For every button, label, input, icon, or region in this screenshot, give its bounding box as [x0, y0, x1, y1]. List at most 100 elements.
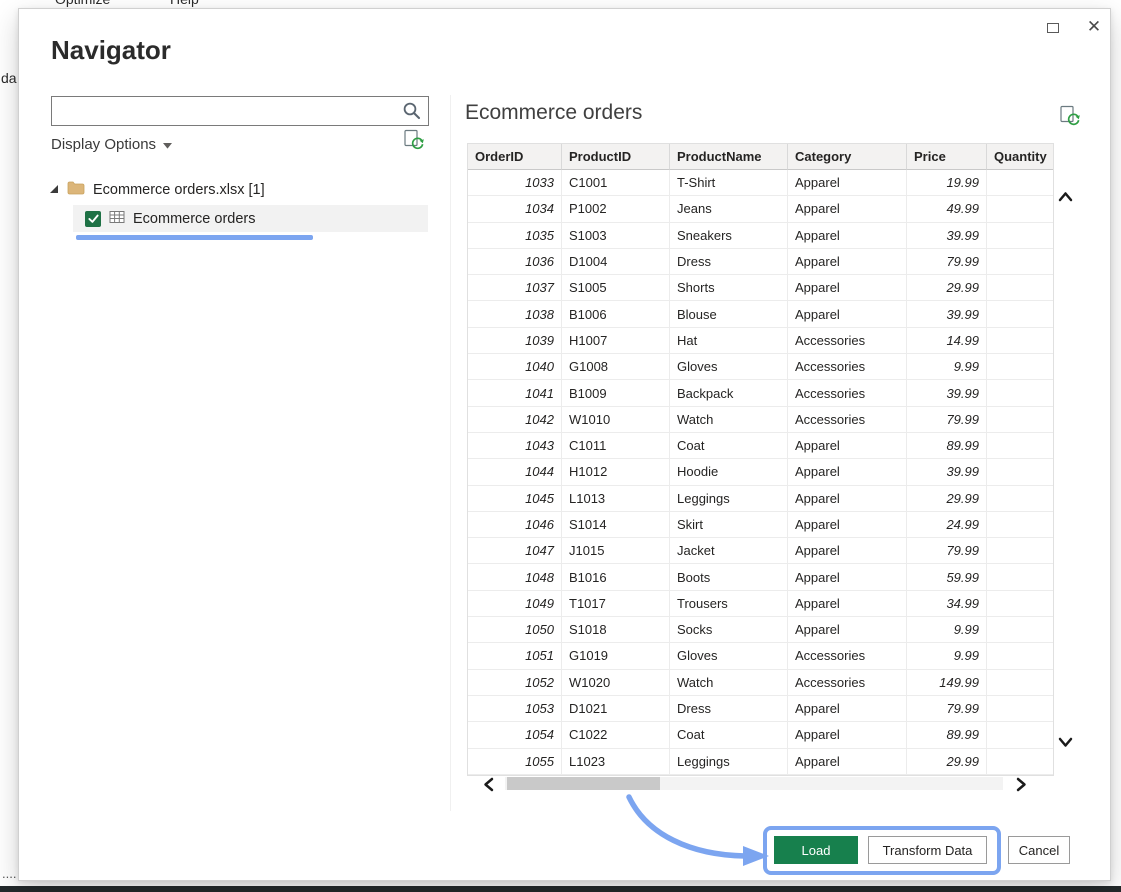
workbook-row[interactable]: Ecommerce orders.xlsx [1] [49, 177, 265, 203]
table-row: 1053 D1021 Dress Apparel 79.99 [468, 695, 1053, 723]
table-cell: P1002 [562, 196, 670, 223]
table-cell [987, 749, 1053, 775]
table-cell: 39.99 [907, 380, 987, 407]
transform-data-button[interactable]: Transform Data [868, 836, 987, 864]
table-row: 1036 D1004 Dress Apparel 79.99 [468, 248, 1053, 276]
table-cell: 79.99 [907, 248, 987, 276]
table-cell: Skirt [670, 511, 788, 539]
scroll-down-icon[interactable] [1058, 735, 1073, 753]
table-cell: G1019 [562, 643, 670, 670]
table-cell: 1042 [468, 406, 562, 433]
table-row: 1042 W1010 Watch Accessories 79.99 [468, 406, 1053, 433]
table-cell: Apparel [788, 196, 907, 223]
table-cell: 1033 [468, 170, 562, 197]
table-cell [987, 223, 1053, 249]
vertical-scrollbar[interactable] [1056, 169, 1075, 767]
column-header-category[interactable]: Category [788, 144, 907, 170]
table-cell [987, 170, 1053, 197]
table-cell [987, 670, 1053, 696]
table-row: 1050 S1018 Socks Apparel 9.99 [468, 617, 1053, 644]
table-cell: Apparel [788, 695, 907, 723]
worksheet-icon [109, 209, 125, 229]
column-header-productid[interactable]: ProductID [562, 144, 670, 170]
table-row: 1037 S1005 Shorts Apparel 29.99 [468, 275, 1053, 302]
table-row: 1055 L1023 Leggings Apparel 29.99 [468, 748, 1053, 775]
table-cell [987, 433, 1053, 460]
table-cell [987, 486, 1053, 512]
table-cell: 29.99 [907, 485, 987, 512]
table-row: 1048 B1016 Boots Apparel 59.99 [468, 564, 1053, 591]
navigator-dialog: Navigator ✕ Display Options Ecommerce or… [18, 8, 1111, 881]
table-cell: Accessories [788, 406, 907, 433]
table-cell: Sneakers [670, 222, 788, 249]
table-cell: 1045 [468, 485, 562, 512]
table-cell: S1005 [562, 275, 670, 302]
table-cell: L1023 [562, 748, 670, 775]
table-cell: Apparel [788, 538, 907, 565]
menu-item-help[interactable]: Help [170, 0, 199, 7]
table-cell: 1034 [468, 196, 562, 223]
table-cell: 34.99 [907, 590, 987, 618]
search-icon[interactable] [402, 101, 422, 121]
table-cell: 9.99 [907, 354, 987, 381]
table-cell: 1044 [468, 459, 562, 486]
scroll-up-icon[interactable] [1058, 189, 1073, 207]
table-cell [987, 301, 1053, 328]
table-cell: Coat [670, 722, 788, 749]
preview-table: OrderID ProductID ProductName Category Price… [467, 143, 1054, 776]
table-cell: Trousers [670, 590, 788, 618]
table-cell: Apparel [788, 301, 907, 328]
cancel-button[interactable]: Cancel [1008, 836, 1070, 864]
table-row: 1033 C1001 T-Shirt Apparel 19.99 [468, 170, 1053, 197]
tree-expander-icon[interactable] [49, 182, 59, 198]
scroll-right-icon[interactable] [1016, 777, 1027, 797]
close-button[interactable]: ✕ [1079, 13, 1109, 41]
table-row: 1052 W1020 Watch Accessories 149.99 [468, 669, 1053, 696]
table-row: 1044 H1012 Hoodie Apparel 39.99 [468, 459, 1053, 486]
column-header-orderid[interactable]: OrderID [468, 144, 562, 170]
table-cell: Accessories [788, 327, 907, 355]
table-cell: 1055 [468, 748, 562, 775]
column-header-productname[interactable]: ProductName [670, 144, 788, 170]
menu-item-optimize[interactable]: Optimize [55, 0, 110, 7]
table-cell: 9.99 [907, 617, 987, 644]
maximize-button[interactable] [1039, 15, 1067, 41]
check-icon [87, 214, 99, 223]
search-input[interactable] [51, 96, 429, 126]
tree-refresh-icon[interactable] [403, 129, 425, 151]
table-cell: S1003 [562, 222, 670, 249]
panel-divider [450, 95, 451, 811]
table-cell: H1007 [562, 327, 670, 355]
table-cell: Gloves [670, 354, 788, 381]
sheet-checkbox[interactable] [85, 210, 101, 227]
table-cell: 59.99 [907, 564, 987, 591]
table-cell [987, 275, 1053, 302]
table-cell [987, 380, 1053, 407]
table-row: 1038 B1006 Blouse Apparel 39.99 [468, 301, 1053, 328]
preview-table-body: 1033 C1001 T-Shirt Apparel 19.99 1034 P1002 Jea… [468, 170, 1053, 775]
table-cell [987, 643, 1053, 670]
table-row: 1043 C1011 Coat Apparel 89.99 [468, 432, 1053, 460]
table-cell [987, 617, 1053, 644]
column-header-quantity[interactable]: Quantity [987, 144, 1053, 170]
table-cell: 29.99 [907, 275, 987, 302]
table-cell: 79.99 [907, 406, 987, 433]
table-cell: Accessories [788, 380, 907, 407]
table-cell: 1036 [468, 248, 562, 276]
display-options-label: Display Options [51, 135, 157, 153]
table-cell: 39.99 [907, 459, 987, 486]
column-header-price[interactable]: Price [907, 144, 987, 170]
table-cell [987, 591, 1053, 618]
table-cell: Apparel [788, 170, 907, 197]
table-cell: 79.99 [907, 538, 987, 565]
table-cell [987, 512, 1053, 539]
table-cell: Coat [670, 432, 788, 460]
table-row: 1045 L1013 Leggings Apparel 29.99 [468, 485, 1053, 512]
bottom-bar [0, 886, 1121, 892]
table-cell [987, 722, 1053, 749]
preview-refresh-icon[interactable] [1059, 105, 1081, 127]
table-row: 1049 T1017 Trousers Apparel 34.99 [468, 590, 1053, 618]
sheet-row[interactable]: Ecommerce orders [73, 205, 428, 232]
scroll-left-icon[interactable] [483, 777, 494, 797]
display-options-dropdown[interactable]: Display Options [51, 133, 173, 155]
